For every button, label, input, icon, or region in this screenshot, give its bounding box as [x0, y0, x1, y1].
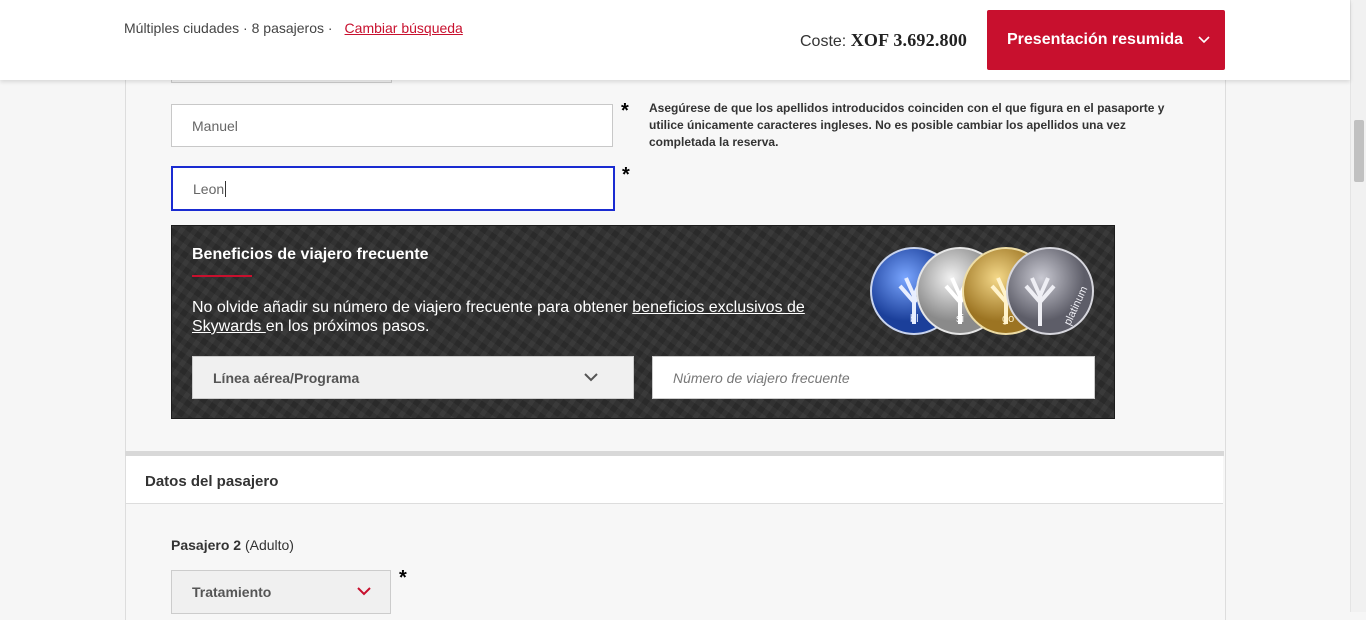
chevron-down-icon: [1198, 36, 1210, 44]
cost-amount: XOF 3.692.800: [850, 30, 968, 50]
frequent-flyer-panel: Beneficios de viajero frecuente No olvid…: [171, 225, 1115, 419]
medal-label-silver: si: [956, 313, 964, 325]
total-cost: Coste: XOF 3.692.800: [800, 30, 967, 51]
skywards-medals-image: bl si go platinum: [870, 247, 1094, 335]
scrollbar-thumb[interactable]: [1354, 120, 1364, 182]
passenger-data-header: Datos del pasajero: [126, 456, 1223, 504]
summary-view-button[interactable]: Presentación resumida: [987, 10, 1225, 70]
title-underline: [192, 275, 252, 277]
ff-text-before: No olvide añadir su número de viajero fr…: [192, 299, 633, 316]
passenger-type: (Adulto): [244, 537, 294, 553]
medal-label-gold: go: [1002, 313, 1014, 325]
page-scrollbar[interactable]: [1350, 0, 1366, 612]
airline-program-label: Línea aérea/Programa: [213, 369, 360, 386]
chevron-down-icon: [584, 373, 598, 382]
title-select-label: Tratamiento: [192, 584, 272, 600]
last-name-input[interactable]: Leon: [171, 166, 615, 211]
medal-label-blue: bl: [910, 313, 919, 325]
first-name-value: Manuel: [192, 117, 238, 134]
passenger-number: Pasajero 2: [171, 537, 242, 553]
last-name-value: Leon: [193, 180, 225, 197]
passenger-label: Pasajero 2 (Adulto): [171, 537, 294, 553]
ff-text-after: en los próximos pasos.: [265, 318, 430, 335]
cost-label: Coste:: [800, 33, 847, 50]
frequent-flyer-number-input[interactable]: Número de viajero frecuente: [652, 356, 1095, 399]
section-title: Datos del pasajero: [145, 473, 279, 490]
text-caret: [225, 180, 227, 197]
search-summary-text: Múltiples ciudades · 8 pasajeros ·: [124, 20, 333, 36]
search-summary: Múltiples ciudades · 8 pasajeros · Cambia…: [124, 20, 463, 36]
chevron-down-icon: [357, 587, 371, 596]
required-asterisk: *: [622, 164, 630, 186]
frequent-flyer-text: No olvide añadir su número de viajero fr…: [192, 298, 832, 336]
ff-number-placeholder: Número de viajero frecuente: [673, 369, 850, 386]
summary-button-label: Presentación resumida: [1007, 31, 1184, 48]
required-asterisk: *: [399, 567, 407, 589]
title-select[interactable]: Tratamiento: [171, 570, 391, 614]
change-search-link[interactable]: Cambiar búsqueda: [345, 20, 463, 36]
first-name-input[interactable]: Manuel: [171, 104, 613, 147]
frequent-flyer-title: Beneficios de viajero frecuente: [192, 246, 429, 263]
required-asterisk: *: [621, 100, 629, 122]
surname-note: Asegúrese de que los apellidos introduci…: [649, 101, 1165, 149]
booking-header: Múltiples ciudades · 8 pasajeros · Cambia…: [0, 0, 1350, 80]
airline-program-select[interactable]: Línea aérea/Programa: [192, 356, 634, 399]
